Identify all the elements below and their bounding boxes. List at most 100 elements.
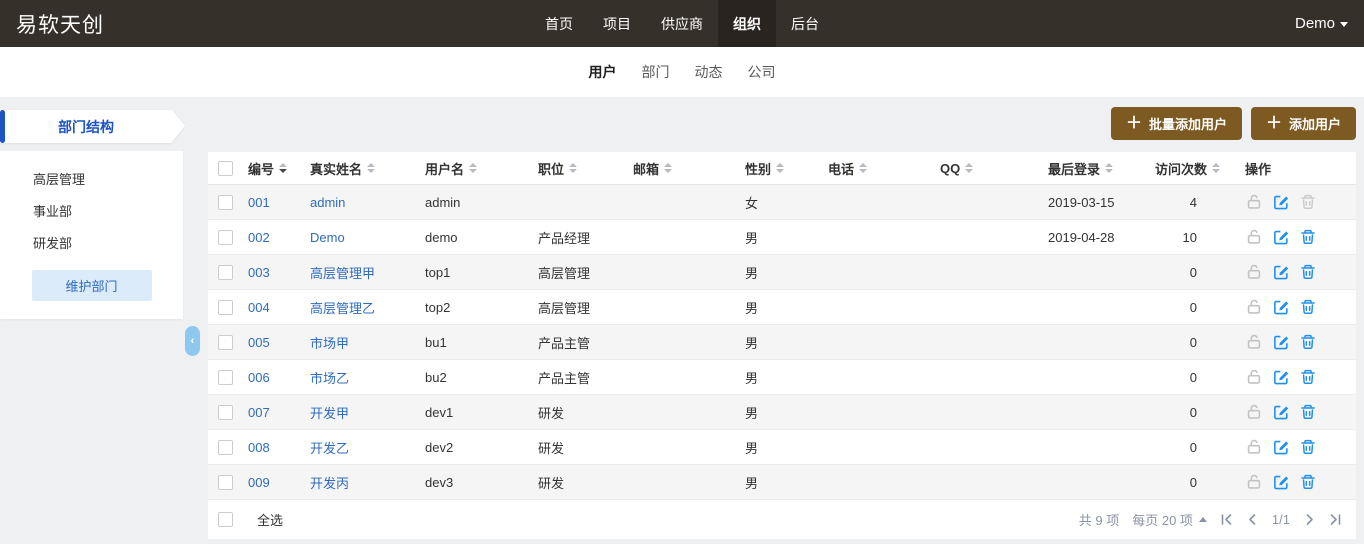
row-checkbox[interactable]	[218, 474, 233, 490]
sidebar-collapse-handle[interactable]: ‹	[185, 326, 200, 356]
user-realname-link[interactable]: Demo	[310, 230, 345, 245]
user-id-link[interactable]: 006	[248, 370, 270, 385]
user-menu[interactable]: Demo	[1295, 15, 1364, 32]
edit-button[interactable]	[1272, 228, 1290, 246]
column-header[interactable]: 真实姓名	[310, 159, 425, 178]
lock-button[interactable]	[1245, 368, 1263, 386]
column-header[interactable]: 编号	[248, 159, 310, 178]
row-checkbox[interactable]	[218, 299, 233, 315]
row-checkbox[interactable]	[218, 404, 233, 420]
trash-button[interactable]	[1299, 193, 1317, 211]
lock-button[interactable]	[1245, 403, 1263, 421]
trash-button[interactable]	[1299, 263, 1317, 281]
cell-gender: 男	[745, 335, 759, 351]
cell-visits: 0	[1189, 474, 1197, 490]
row-checkbox[interactable]	[218, 194, 233, 210]
sidebar-department-item[interactable]: 事业部	[0, 195, 183, 227]
user-id-link[interactable]: 005	[248, 335, 270, 350]
lock-button[interactable]	[1245, 298, 1263, 316]
trash-button[interactable]	[1299, 298, 1317, 316]
user-realname-link[interactable]: 市场乙	[310, 368, 349, 387]
column-header[interactable]: 邮箱	[633, 159, 745, 178]
top-nav-item[interactable]: 首页	[530, 0, 588, 47]
column-header[interactable]: 最后登录	[1048, 159, 1155, 178]
edit-button[interactable]	[1272, 403, 1290, 421]
top-nav-item[interactable]: 项目	[588, 0, 646, 47]
user-id-link[interactable]: 004	[248, 300, 270, 315]
row-checkbox[interactable]	[218, 334, 233, 350]
header-select-all-checkbox[interactable]	[218, 160, 233, 176]
edit-button[interactable]	[1272, 298, 1290, 316]
trash-button[interactable]	[1299, 403, 1317, 421]
subnav-tab[interactable]: 公司	[748, 62, 776, 82]
row-checkbox[interactable]	[218, 439, 233, 455]
user-id-link[interactable]: 002	[248, 230, 270, 245]
user-realname-link[interactable]: 高层管理乙	[310, 298, 375, 317]
sidebar-department-item[interactable]: 研发部	[0, 227, 183, 259]
column-header[interactable]: 职位	[538, 159, 633, 178]
first-page-button[interactable]	[1220, 513, 1233, 526]
add-user-button[interactable]: ＋ 添加用户	[1250, 107, 1356, 140]
lock-button[interactable]	[1245, 333, 1263, 351]
cell-gender: 女	[745, 195, 759, 211]
lock-button[interactable]	[1245, 473, 1263, 491]
maintain-department-button[interactable]: 维护部门	[31, 270, 152, 301]
column-header-label: 性别	[745, 161, 772, 177]
lock-button[interactable]	[1245, 263, 1263, 281]
trash-button[interactable]	[1299, 368, 1317, 386]
prev-page-button[interactable]	[1246, 513, 1259, 526]
chevron-right-icon	[1306, 514, 1313, 525]
trash-icon	[1301, 404, 1315, 419]
user-id-link[interactable]: 001	[248, 195, 270, 210]
edit-button[interactable]	[1272, 473, 1290, 491]
subnav-tab[interactable]: 动态	[695, 62, 723, 82]
row-checkbox[interactable]	[218, 229, 233, 245]
per-page-selector[interactable]: 每页 20 项	[1132, 510, 1207, 529]
subnav-tab[interactable]: 用户	[589, 62, 617, 82]
column-header[interactable]: QQ	[940, 161, 1048, 176]
sidebar-department-item[interactable]: 高层管理	[0, 163, 183, 195]
top-nav-item[interactable]: 组织	[718, 0, 776, 47]
column-header[interactable]: 用户名	[425, 159, 538, 178]
top-nav-item[interactable]: 后台	[776, 0, 834, 47]
next-page-button[interactable]	[1303, 513, 1316, 526]
user-realname-link[interactable]: 市场甲	[310, 333, 349, 352]
edit-button[interactable]	[1272, 368, 1290, 386]
user-realname-link[interactable]: admin	[310, 195, 345, 210]
user-realname-link[interactable]: 开发乙	[310, 438, 349, 457]
edit-button[interactable]	[1272, 263, 1290, 281]
cell-account: dev3	[425, 474, 454, 490]
user-id-link[interactable]: 007	[248, 405, 270, 420]
user-realname-link[interactable]: 高层管理甲	[310, 263, 375, 282]
top-nav-item[interactable]: 供应商	[646, 0, 718, 47]
sort-icon	[776, 163, 785, 173]
trash-button[interactable]	[1299, 473, 1317, 491]
last-page-button[interactable]	[1329, 513, 1342, 526]
trash-button[interactable]	[1299, 333, 1317, 351]
trash-button[interactable]	[1299, 438, 1317, 456]
user-id-link[interactable]: 009	[248, 475, 270, 490]
row-checkbox[interactable]	[218, 369, 233, 385]
lock-button[interactable]	[1245, 193, 1263, 211]
lock-button[interactable]	[1245, 228, 1263, 246]
edit-button[interactable]	[1272, 333, 1290, 351]
column-header-label: 访问次数	[1155, 161, 1208, 177]
column-header[interactable]: 性别	[745, 159, 828, 178]
column-header[interactable]: 电话	[828, 159, 940, 178]
edit-button[interactable]	[1272, 438, 1290, 456]
row-checkbox[interactable]	[218, 264, 233, 280]
user-realname-link[interactable]: 开发丙	[310, 473, 349, 492]
subnav-tab[interactable]: 部门	[642, 62, 670, 82]
edit-button[interactable]	[1272, 193, 1290, 211]
unlock-icon	[1247, 299, 1261, 314]
unlock-icon	[1247, 229, 1261, 244]
select-all-checkbox[interactable]	[218, 512, 233, 527]
user-realname-link[interactable]: 开发甲	[310, 403, 349, 422]
cell-gender: 男	[745, 230, 759, 246]
user-id-link[interactable]: 008	[248, 440, 270, 455]
batch-add-user-button[interactable]: ＋ 批量添加用户	[1110, 107, 1242, 140]
user-id-link[interactable]: 003	[248, 265, 270, 280]
trash-button[interactable]	[1299, 228, 1317, 246]
lock-button[interactable]	[1245, 438, 1263, 456]
column-header[interactable]: 访问次数	[1155, 159, 1245, 178]
